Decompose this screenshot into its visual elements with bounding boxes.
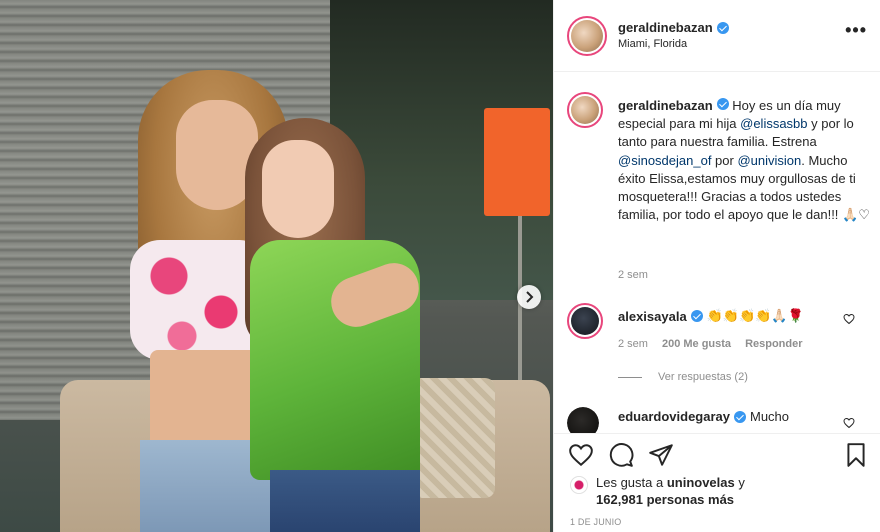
verified-badge-icon <box>690 310 703 322</box>
bookmark-icon[interactable] <box>843 442 869 468</box>
view-replies-button[interactable]: Ver respuestas (2) <box>618 371 748 383</box>
verified-badge-icon <box>716 21 729 34</box>
woman-floral-top <box>130 240 260 360</box>
comment-row: alexisayala 👏👏👏👏🙏🏻🌹 <box>618 308 804 324</box>
comment-meta: 2 sem 200 Me gusta Responder <box>618 338 803 350</box>
likes-count[interactable]: 162,981 personas más <box>596 492 734 507</box>
post-date[interactable]: 1 DE JUNIO <box>570 517 622 527</box>
post-actions: Les gusta a uninovelas y 162,981 persona… <box>554 433 880 532</box>
reply-button[interactable]: Responder <box>745 338 802 350</box>
post-location[interactable]: Miami, Florida <box>618 38 687 50</box>
comment-row: eduardovidegaray Mucho <box>618 409 789 424</box>
caption-username[interactable]: geraldinebazan <box>618 98 713 113</box>
commenter-username[interactable]: eduardovidegaray <box>618 409 730 424</box>
commenter-avatar[interactable] <box>567 407 599 433</box>
liker-avatar[interactable] <box>570 476 588 494</box>
post-photo[interactable] <box>0 0 553 532</box>
carousel-next-button[interactable] <box>517 285 541 309</box>
orange-lamp <box>484 108 550 216</box>
replies-divider <box>618 376 642 378</box>
commenter-username[interactable]: alexisayala <box>618 309 687 324</box>
commenter-avatar[interactable] <box>567 303 603 339</box>
mention-link[interactable]: @elissasbb <box>740 116 807 131</box>
author-avatar[interactable] <box>567 16 607 56</box>
view-replies-label[interactable]: Ver respuestas (2) <box>658 371 748 383</box>
comment-bubble-icon[interactable] <box>608 442 634 468</box>
girl-face <box>262 140 334 238</box>
comment-like-count[interactable]: 200 Me gusta <box>662 338 731 350</box>
post-details-panel: geraldinebazan Miami, Florida ••• gerald… <box>553 0 880 532</box>
author-username[interactable]: geraldinebazan <box>618 20 729 35</box>
heart-icon[interactable] <box>568 442 594 468</box>
comment-like-icon[interactable] <box>843 313 855 325</box>
verified-badge-icon <box>734 410 746 423</box>
woman-torso <box>150 350 260 450</box>
likes-summary: Les gusta a uninovelas y 162,981 persona… <box>596 475 745 507</box>
comments-section[interactable]: geraldinebazan Hoy es un día muy especia… <box>554 73 880 433</box>
liker-username[interactable]: uninovelas <box>667 475 735 490</box>
post-caption: geraldinebazan Hoy es un día muy especia… <box>618 97 870 224</box>
caption-timestamp[interactable]: 2 sem <box>618 269 648 281</box>
more-options-button[interactable]: ••• <box>845 21 867 39</box>
comment-timestamp[interactable]: 2 sem <box>618 338 648 350</box>
comment-like-icon[interactable] <box>843 417 855 429</box>
chevron-right-icon <box>526 291 534 303</box>
comment-text: Mucho <box>750 409 790 424</box>
post-header: geraldinebazan Miami, Florida ••• <box>554 0 880 72</box>
mention-link[interactable]: @univision <box>737 153 801 168</box>
caption-text: por <box>711 152 738 168</box>
comment-text: 👏👏👏👏🙏🏻🌹 <box>706 308 804 323</box>
girl-jeans <box>270 470 420 532</box>
paper-plane-icon[interactable] <box>648 442 674 468</box>
caption-author-avatar[interactable] <box>567 92 603 128</box>
verified-badge-icon <box>716 98 729 110</box>
mention-link[interactable]: @sinosdejan_of <box>618 153 711 168</box>
